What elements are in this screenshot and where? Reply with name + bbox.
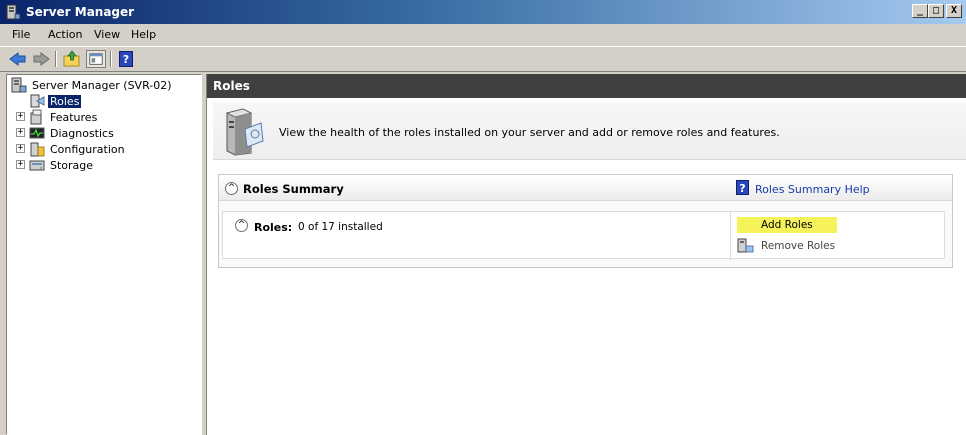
- menu-bar: File Action View Help: [0, 24, 966, 46]
- tree-item-roles[interactable]: Roles: [29, 93, 82, 109]
- tree-item-storage-label: Storage: [50, 158, 94, 172]
- roles-installed-count: 0 of 17 installed: [298, 221, 383, 233]
- tree-item-diagnostics[interactable]: + Diagnostics: [16, 125, 116, 141]
- collapse-roles-summary-button[interactable]: ^: [225, 182, 238, 195]
- server-roles-icon: [225, 108, 264, 156]
- server-manager-icon: [11, 77, 27, 93]
- toolbar-separator: [110, 51, 112, 67]
- storage-icon: [29, 160, 45, 171]
- show-hide-console-tree-icon[interactable]: [86, 50, 106, 68]
- tree-item-configuration[interactable]: + Configuration: [16, 141, 127, 157]
- maximize-button[interactable]: □: [928, 4, 944, 18]
- intro-text: View the health of the roles installed o…: [279, 126, 780, 139]
- tree-item-features-label: Features: [50, 110, 98, 124]
- server-manager-app-icon: [6, 4, 20, 20]
- console-tree: Server Manager (SVR-02) Roles + Features…: [6, 74, 202, 435]
- roles-tasks-panel: Add Roles Remove Roles: [730, 212, 946, 260]
- results-pane-header: Roles: [207, 74, 966, 98]
- tree-root-label: Server Manager (SVR-02): [32, 78, 172, 92]
- configuration-icon: [30, 142, 45, 157]
- roles-label: Roles:: [254, 221, 293, 234]
- menu-action[interactable]: Action: [48, 28, 82, 41]
- remove-roles-link[interactable]: Remove Roles: [737, 237, 837, 255]
- toolbar: ?: [0, 46, 966, 72]
- help-icon: ?: [736, 180, 749, 195]
- tree-item-storage[interactable]: + Storage: [16, 157, 95, 173]
- roles-status-block: ^ Roles: 0 of 17 installed Add Roles Rem…: [222, 211, 946, 260]
- expand-icon[interactable]: +: [16, 128, 25, 137]
- roles-summary-title: Roles Summary: [243, 182, 344, 196]
- menu-file[interactable]: File: [12, 28, 30, 41]
- menu-help[interactable]: Help: [131, 28, 156, 41]
- add-roles-link[interactable]: Add Roles: [737, 216, 837, 234]
- add-roles-label: Add Roles: [737, 217, 837, 233]
- help-icon[interactable]: ?: [119, 51, 133, 67]
- features-icon: [30, 109, 42, 125]
- roles-summary-section: ^ Roles Summary ? Roles Summary Help ^ R…: [218, 174, 953, 268]
- menu-view[interactable]: View: [94, 28, 120, 41]
- close-button[interactable]: X: [946, 4, 962, 18]
- window-title-bar[interactable]: Server Manager _ □ X: [0, 0, 966, 24]
- tree-item-configuration-label: Configuration: [50, 142, 125, 156]
- back-arrow-icon[interactable]: [8, 50, 28, 68]
- remove-roles-label: Remove Roles: [761, 240, 836, 252]
- roles-summary-help-link[interactable]: Roles Summary Help: [755, 183, 870, 196]
- toolbar-separator: [55, 51, 57, 67]
- collapse-roles-button[interactable]: ^: [235, 219, 248, 232]
- remove-roles-icon: [737, 238, 754, 253]
- roles-summary-header: ^ Roles Summary ? Roles Summary Help: [219, 175, 952, 201]
- up-folder-icon[interactable]: [62, 50, 82, 68]
- tree-item-server-manager[interactable]: Server Manager (SVR-02): [11, 77, 174, 93]
- expand-icon[interactable]: +: [16, 160, 25, 169]
- window-title: Server Manager: [26, 5, 135, 19]
- tree-item-diagnostics-label: Diagnostics: [50, 126, 114, 140]
- tree-item-features[interactable]: + Features: [16, 109, 99, 125]
- forward-arrow-icon[interactable]: [31, 50, 51, 68]
- diagnostics-icon: [29, 127, 45, 139]
- expand-icon[interactable]: +: [16, 112, 25, 121]
- page-title: Roles: [213, 79, 250, 93]
- results-pane: Roles View the health of the roles insta…: [206, 74, 966, 435]
- roles-icon: [30, 94, 45, 108]
- minimize-button[interactable]: _: [912, 4, 928, 18]
- roles-intro-banner: View the health of the roles installed o…: [213, 102, 966, 160]
- tree-item-roles-label: Roles: [48, 94, 82, 108]
- expand-icon[interactable]: +: [16, 144, 25, 153]
